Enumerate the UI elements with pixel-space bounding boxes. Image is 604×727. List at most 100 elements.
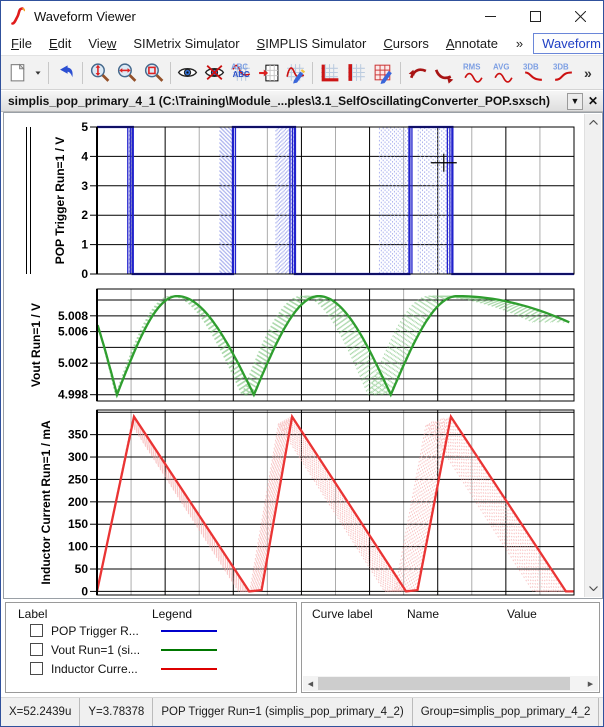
menu-edit[interactable]: Edit (41, 33, 79, 54)
close-icon (575, 11, 586, 22)
curve-label: Inductor Curre... (51, 662, 155, 676)
svg-text:ABC: ABC (231, 62, 248, 71)
menu-annotate[interactable]: Annotate (438, 33, 506, 54)
y-tick-label: 50 (75, 562, 89, 576)
add-grid-button[interactable] (343, 59, 370, 87)
menu-file[interactable]: File (3, 33, 40, 54)
add-y-axis-icon (318, 61, 341, 84)
toolbar-separator (170, 62, 171, 84)
curve-color-sample (161, 630, 217, 632)
undo-button[interactable] (52, 59, 79, 87)
legend-row[interactable]: Inductor Curre... (6, 659, 296, 678)
svg-text:RMS: RMS (463, 62, 480, 71)
vout-plot: 5.0085.0065.0024.998Vout Run=1 / V (29, 289, 574, 402)
zoom-rect-button[interactable] (140, 59, 167, 87)
horizontal-scrollbar[interactable]: ◀ ▶ (303, 676, 598, 691)
legend-row[interactable]: Vout Run=1 (si... (6, 640, 296, 659)
zoom-rect-icon (142, 61, 165, 84)
highpass-3db-button[interactable]: 3DB (548, 59, 578, 87)
zoom-x-button[interactable] (113, 59, 140, 87)
hide-curve-icon (203, 61, 226, 84)
inductor-current-plot: 350300250200150100500Inductor Current Ru… (39, 410, 574, 598)
menu-simplis-simulator[interactable]: SIMPLIS Simulator (249, 33, 375, 54)
scroll-left-icon[interactable]: ◀ (303, 676, 318, 691)
window-title: Waveform Viewer (34, 9, 136, 24)
menu-overflow-icon[interactable]: » (512, 36, 527, 51)
curve-checkbox[interactable] (30, 643, 43, 656)
maximize-button[interactable] (513, 1, 558, 31)
avg-button[interactable]: AVG (488, 59, 518, 87)
minimize-button[interactable] (468, 1, 513, 31)
y-tick-label: 5.006 (58, 325, 88, 339)
new-graph-button[interactable] (4, 59, 31, 87)
status-y-readout: Y=3.78378 (80, 698, 153, 726)
toolbar-separator (48, 62, 49, 84)
curve-checkbox[interactable] (30, 624, 43, 637)
toolbar-separator (312, 62, 313, 84)
toolbar-overflow-icon[interactable]: » (580, 65, 596, 81)
new-graph-menu-button[interactable] (31, 59, 45, 87)
graph-tab-title[interactable]: simplis_pop_primary_4_1 (C:\Training\Mod… (1, 94, 567, 108)
y-tick-label: 100 (68, 540, 88, 554)
inductor-current-axis-title: Inductor Current Run=1 / mA (39, 420, 53, 585)
avg-icon: AVG (492, 61, 515, 84)
curve-color-sample (161, 668, 217, 670)
menu-cursors[interactable]: Cursors (375, 33, 437, 54)
legend-panel: Label Legend POP Trigger R...Vout Run=1 … (5, 602, 297, 693)
svg-text:3DB: 3DB (553, 62, 569, 71)
lowpass-3db-icon: 3DB (522, 61, 545, 84)
edit-curve-button[interactable] (282, 59, 309, 87)
scrollbar-thumb[interactable] (318, 677, 570, 690)
pop-trigger-plot: 543210POP Trigger Run=1 / V (53, 120, 574, 281)
y-tick-label: 200 (68, 495, 88, 509)
viewer-mode-selector[interactable]: Waveform Viewer ▼ (533, 33, 604, 54)
signal-button[interactable] (431, 59, 458, 87)
rms-button[interactable]: RMS (458, 59, 488, 87)
menu-view[interactable]: View (80, 33, 124, 54)
toolbar-separator (82, 62, 83, 84)
y-tick-label: 2 (81, 208, 88, 222)
toolbar: ABCABC RMS AVG 3DB 3DB » (1, 55, 603, 90)
values-column-curve-label: Curve label (312, 607, 407, 621)
status-x-readout: X=52.2439u (1, 698, 80, 726)
graph-canvas[interactable]: 543210POP Trigger Run=1 / V5.0085.0065.0… (22, 115, 580, 599)
y-tick-label: 4 (81, 149, 88, 163)
zoom-y-button[interactable] (86, 59, 113, 87)
scroll-down-icon[interactable] (585, 580, 602, 597)
y-axis-selection-handle[interactable] (27, 127, 31, 274)
svg-text:ABC: ABC (233, 70, 250, 79)
y-tick-label: 4.998 (58, 388, 88, 402)
fourier-icon (406, 61, 429, 84)
minimize-icon (485, 11, 496, 22)
tab-list-dropdown-button[interactable]: ▼ (567, 93, 583, 110)
graph-tab-bar: simplis_pop_primary_4_1 (C:\Training\Mod… (1, 91, 603, 112)
lowpass-3db-button[interactable]: 3DB (518, 59, 548, 87)
label-curve-button[interactable]: ABCABC (228, 59, 255, 87)
title-bar: Waveform Viewer (1, 1, 603, 31)
show-curve-button[interactable] (174, 59, 201, 87)
edit-grid-button[interactable] (370, 59, 397, 87)
fourier-button[interactable] (404, 59, 431, 87)
move-curve-button[interactable] (255, 59, 282, 87)
scroll-right-icon[interactable]: ▶ (583, 676, 598, 691)
legend-row[interactable]: POP Trigger R... (6, 621, 296, 640)
maximize-icon (530, 11, 541, 22)
curve-values-panel: Curve label Name Value ◀ ▶ (301, 602, 600, 693)
curve-color-sample (161, 649, 217, 651)
hide-curve-button[interactable] (201, 59, 228, 87)
app-logo-icon (10, 7, 26, 25)
status-spacer (599, 698, 604, 726)
tab-close-button[interactable]: ✕ (585, 93, 601, 110)
vertical-scrollbar[interactable] (584, 114, 601, 597)
undo-icon (54, 61, 77, 84)
svg-text:3DB: 3DB (523, 62, 539, 71)
close-button[interactable] (558, 1, 603, 31)
viewer-mode-value: Waveform Viewer (534, 36, 604, 51)
waveform-viewer-window: Waveform Viewer FileEditViewSIMetrix Sim… (0, 0, 604, 727)
y-tick-label: 150 (68, 517, 88, 531)
menu-simetrix-simulator[interactable]: SIMetrix Simulator (125, 33, 247, 54)
y-tick-label: 5 (81, 120, 88, 134)
add-y-axis-button[interactable] (316, 59, 343, 87)
curve-checkbox[interactable] (30, 662, 43, 675)
scroll-up-icon[interactable] (585, 114, 602, 131)
